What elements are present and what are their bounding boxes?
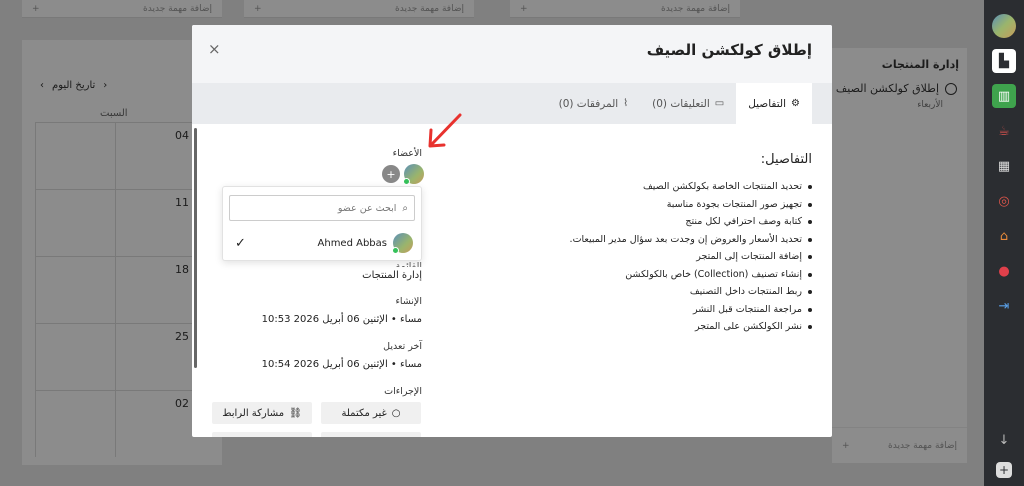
app-sidebar: ▙ ▥ ☕ ▦ ◎ ⌂ ● ⇥ ↓ + xyxy=(984,0,1024,486)
checkmark-icon: ✓ xyxy=(235,235,246,251)
tab-label: المرفقات (0) xyxy=(558,97,619,110)
modal-tabs: ⚙ التفاصيل ▭ التعليقات (0) ⌇ المرفقات (0… xyxy=(192,83,832,124)
online-status-icon xyxy=(403,178,410,185)
tab-details[interactable]: ⚙ التفاصيل xyxy=(736,83,812,124)
link-icon: ⛓ xyxy=(289,407,302,419)
house-icon[interactable]: ⌂ xyxy=(992,224,1016,248)
map-icon[interactable]: ▥ xyxy=(992,84,1016,108)
task-modal: إطلاق كولكشن الصيف × ⚙ التفاصيل ▭ التعلي… xyxy=(192,25,832,437)
dashboard-icon[interactable]: ▙ xyxy=(992,49,1016,73)
members-avatars: + xyxy=(382,164,424,185)
avatar-icon[interactable] xyxy=(992,14,1016,38)
online-status-icon xyxy=(392,247,399,254)
member-search-input[interactable] xyxy=(236,202,397,214)
paperclip-icon: ⌇ xyxy=(623,98,629,109)
members-label: الأعضاء xyxy=(392,148,422,159)
modal-header: إطلاق كولكشن الصيف × xyxy=(192,25,832,83)
details-title: التفاصيل: xyxy=(760,152,812,167)
tab-comments[interactable]: ▭ التعليقات (0) xyxy=(640,83,736,124)
task-meta-column: الأعضاء + القائمة إدارة المنتجات الإنشاء… xyxy=(212,124,424,437)
details-item: مراجعة المنتجات قبل النشر xyxy=(512,301,812,319)
comment-icon: ▭ xyxy=(714,98,725,109)
pin-icon[interactable]: ● xyxy=(992,259,1016,283)
avatar[interactable] xyxy=(403,164,424,185)
checkered-flag-icon[interactable]: ▦ xyxy=(992,154,1016,178)
member-name: Ahmed Abbas xyxy=(317,237,387,249)
tab-label: التعليقات (0) xyxy=(652,97,710,110)
add-member-button[interactable]: + xyxy=(382,165,400,183)
button-label: مشاركة الرابط xyxy=(222,407,285,419)
details-item: كتابة وصف احترافي لكل منتج xyxy=(512,213,812,231)
close-icon[interactable]: × xyxy=(208,40,221,58)
details-item: نشر الكولكشن على المتجر xyxy=(512,318,812,336)
circle-icon: ○ xyxy=(391,407,401,419)
search-icon: ⌕ xyxy=(402,202,408,214)
details-item: إنشاء تصنيف (Collection) خاص بالكولكشن xyxy=(512,266,812,284)
target-icon[interactable]: ◎ xyxy=(992,189,1016,213)
actions-label: الإجراءات xyxy=(384,386,422,397)
avatar xyxy=(392,233,413,254)
list-value: إدارة المنتجات xyxy=(362,270,422,281)
tab-label: التفاصيل xyxy=(748,97,787,110)
details-item: ربط المنتجات داخل التصنيف xyxy=(512,283,812,301)
details-item: تحديد الأسعار والعروض إن وجدت بعد سؤال م… xyxy=(512,231,812,249)
add-icon[interactable]: + xyxy=(996,462,1012,478)
modified-label: آخر تعديل xyxy=(383,341,422,352)
list-label: القائمة xyxy=(395,261,422,267)
import-icon[interactable]: ⇥ xyxy=(992,294,1016,318)
download-icon[interactable]: ↓ xyxy=(992,428,1016,452)
details-item: تحديد المنتجات الخاصة بكولكشن الصيف xyxy=(512,178,812,196)
scrollbar[interactable] xyxy=(194,128,197,368)
action-button-partial[interactable] xyxy=(212,432,312,437)
action-button-partial[interactable] xyxy=(321,432,421,437)
member-option[interactable]: Ahmed Abbas ✓ xyxy=(223,229,421,257)
incomplete-button[interactable]: ○ غير مكتملة xyxy=(321,402,421,424)
annotation-arrow-icon xyxy=(428,113,462,148)
details-item: إضافة المنتجات إلى المتجر xyxy=(512,248,812,266)
modal-body: التفاصيل: تحديد المنتجات الخاصة بكولكشن … xyxy=(192,124,832,437)
details-list: تحديد المنتجات الخاصة بكولكشن الصيف تجهي… xyxy=(512,178,812,336)
created-value: 10:53 مساء • الإثنين 06 أبريل 2026 xyxy=(261,314,422,325)
coffee-icon[interactable]: ☕ xyxy=(992,119,1016,143)
modified-value: 10:54 مساء • الإثنين 06 أبريل 2026 xyxy=(261,359,422,370)
gear-icon: ⚙ xyxy=(791,98,800,109)
tab-attachments[interactable]: ⌇ المرفقات (0) xyxy=(547,83,641,124)
member-dropdown: ⌕ Ahmed Abbas ✓ xyxy=(222,186,422,261)
button-label: غير مكتملة xyxy=(341,407,387,419)
modal-title: إطلاق كولكشن الصيف xyxy=(646,41,812,59)
share-link-button[interactable]: ⛓ مشاركة الرابط xyxy=(212,402,312,424)
member-search: ⌕ xyxy=(229,195,415,221)
details-item: تجهيز صور المنتجات بجودة مناسبة xyxy=(512,196,812,214)
created-label: الإنشاء xyxy=(395,296,422,307)
